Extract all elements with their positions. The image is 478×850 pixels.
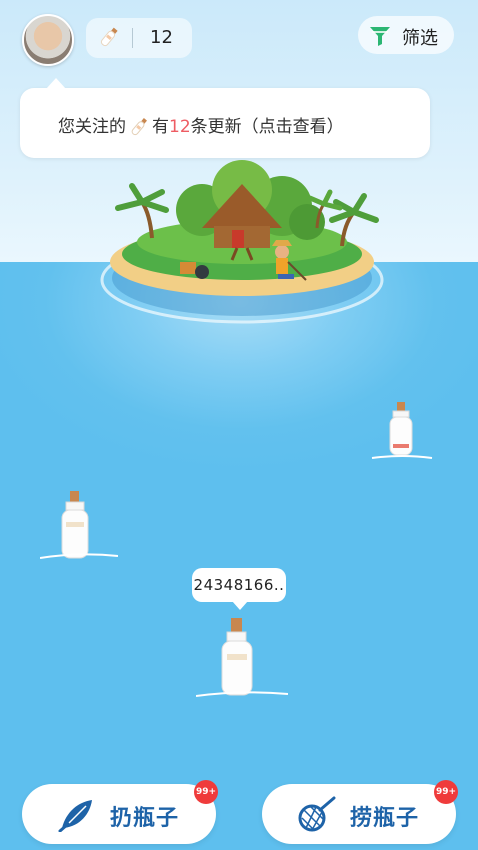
catch-badge: 99+ [434,780,458,804]
bottle-icon [131,118,147,136]
notice-middle: 有 [152,117,169,137]
notice-text: 您关注的 有12条更新（点击查看） [58,112,344,138]
throw-badge: 99+ [194,780,218,804]
follow-update-notice[interactable]: 您关注的 有12条更新（点击查看） [20,78,430,158]
throw-bottle-button[interactable]: 扔瓶子 99+ [22,780,218,844]
filter-icon [370,27,390,46]
floating-bottle[interactable] [370,400,434,464]
catch-bottle-label: 捞瓶子 [350,806,420,831]
bottle-label[interactable]: 24348166.. [192,568,286,610]
notice-prefix: 您关注的 [58,117,126,137]
bottle-icon [100,27,118,47]
bottle-count: 12 [150,27,173,48]
floating-bottle[interactable] [196,614,288,704]
filter-label: 筛选 [402,28,438,49]
floating-bottle[interactable] [40,488,118,566]
notice-count: 12 [169,117,191,137]
fishing-net-icon [298,796,336,832]
feather-icon [58,800,92,832]
counter-divider [132,28,133,48]
catch-bottle-button[interactable]: 捞瓶子 99+ [262,780,458,844]
notice-suffix: 条更新（点击查看） [190,117,344,137]
bottle-counter[interactable]: 12 [86,18,192,58]
throw-bottle-label: 扔瓶子 [110,806,180,831]
island-illustration [100,160,384,324]
filter-button[interactable]: 筛选 [358,16,454,54]
user-avatar[interactable] [22,14,74,66]
